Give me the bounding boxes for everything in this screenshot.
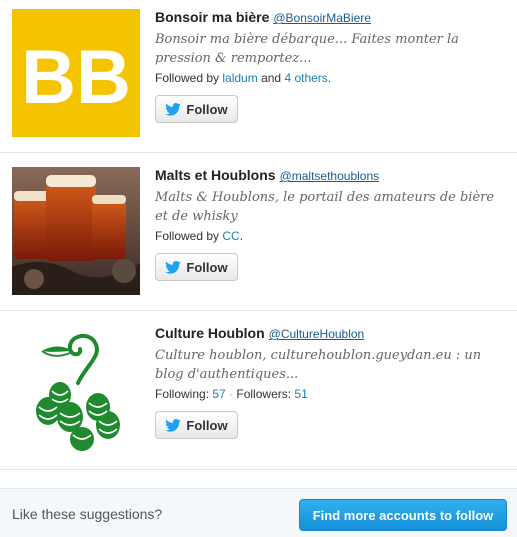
social-proof: Followed by CC. — [155, 229, 511, 243]
following-count[interactable]: 57 — [212, 387, 225, 401]
twitter-bird-icon — [165, 102, 182, 116]
user-handle[interactable]: @maltsethoublons — [280, 169, 380, 183]
user-name[interactable]: Malts et Houblons — [155, 167, 276, 183]
meta-prefix: Followed by — [155, 71, 223, 85]
follow-label: Follow — [186, 259, 228, 275]
meta-suffix: . — [239, 229, 244, 243]
follow-button[interactable]: Follow — [155, 95, 238, 123]
followers-count[interactable]: 51 — [294, 387, 307, 401]
meta-prefix: Followed by — [155, 229, 223, 243]
avatar-text: BB — [21, 35, 131, 120]
avatar[interactable] — [12, 325, 140, 453]
find-more-accounts-button[interactable]: Find more accounts to follow — [299, 499, 507, 531]
meta-separator: · — [225, 387, 237, 401]
suggestion-item: Malts et Houblons @maltsethoublons Malts … — [0, 153, 517, 311]
user-name[interactable]: Culture Houblon — [155, 325, 265, 341]
follower-link[interactable]: CC — [222, 229, 239, 243]
followers-label: Followers: — [236, 387, 295, 401]
follow-button[interactable]: Follow — [155, 253, 238, 281]
avatar[interactable]: BB — [12, 9, 140, 137]
user-info: Bonsoir ma bière @BonsoirMaBiere Bonsoir … — [155, 9, 511, 123]
social-proof: Followed by laldum and 4 others. — [155, 71, 511, 85]
user-info: Culture Houblon @CultureHoublon Culture h… — [155, 325, 511, 439]
twitter-bird-icon — [165, 418, 182, 432]
follower-link[interactable]: laldum — [222, 71, 257, 85]
follow-counts: Following: 57 · Followers: 51 — [155, 387, 511, 401]
suggestion-item: Culture Houblon @CultureHoublon Culture h… — [0, 311, 517, 470]
twitter-bird-icon — [165, 260, 182, 274]
follow-label: Follow — [186, 417, 228, 433]
suggestions-list: BB Bonsoir ma bière @BonsoirMaBiere Bonso… — [0, 0, 517, 470]
meta-mid: and — [257, 71, 285, 85]
meta-suffix: . — [327, 71, 332, 85]
footer-prompt: Like these suggestions? — [12, 506, 163, 522]
user-handle[interactable]: @BonsoirMaBiere — [273, 11, 371, 25]
hop-logo-icon — [36, 333, 120, 451]
bb-logo-icon: BB — [12, 9, 140, 137]
user-name[interactable]: Bonsoir ma bière — [155, 9, 269, 25]
beer-glasses-photo — [12, 167, 140, 295]
suggestion-item: BB Bonsoir ma bière @BonsoirMaBiere Bonso… — [0, 0, 517, 153]
follow-button[interactable]: Follow — [155, 411, 238, 439]
suggestions-footer: Like these suggestions? Find more accoun… — [0, 488, 517, 537]
others-link[interactable]: 4 others — [284, 71, 327, 85]
user-handle[interactable]: @CultureHoublon — [269, 327, 365, 341]
user-bio: Culture houblon, culturehoublon.gueydan.… — [155, 348, 482, 382]
follow-label: Follow — [186, 101, 228, 117]
user-bio: Bonsoir ma bière débarque... Faites mont… — [155, 32, 459, 66]
avatar[interactable] — [12, 167, 140, 295]
user-bio: Malts & Houblons, le portail des amateur… — [155, 190, 495, 224]
following-label: Following: — [155, 387, 213, 401]
user-info: Malts et Houblons @maltsethoublons Malts … — [155, 167, 511, 281]
